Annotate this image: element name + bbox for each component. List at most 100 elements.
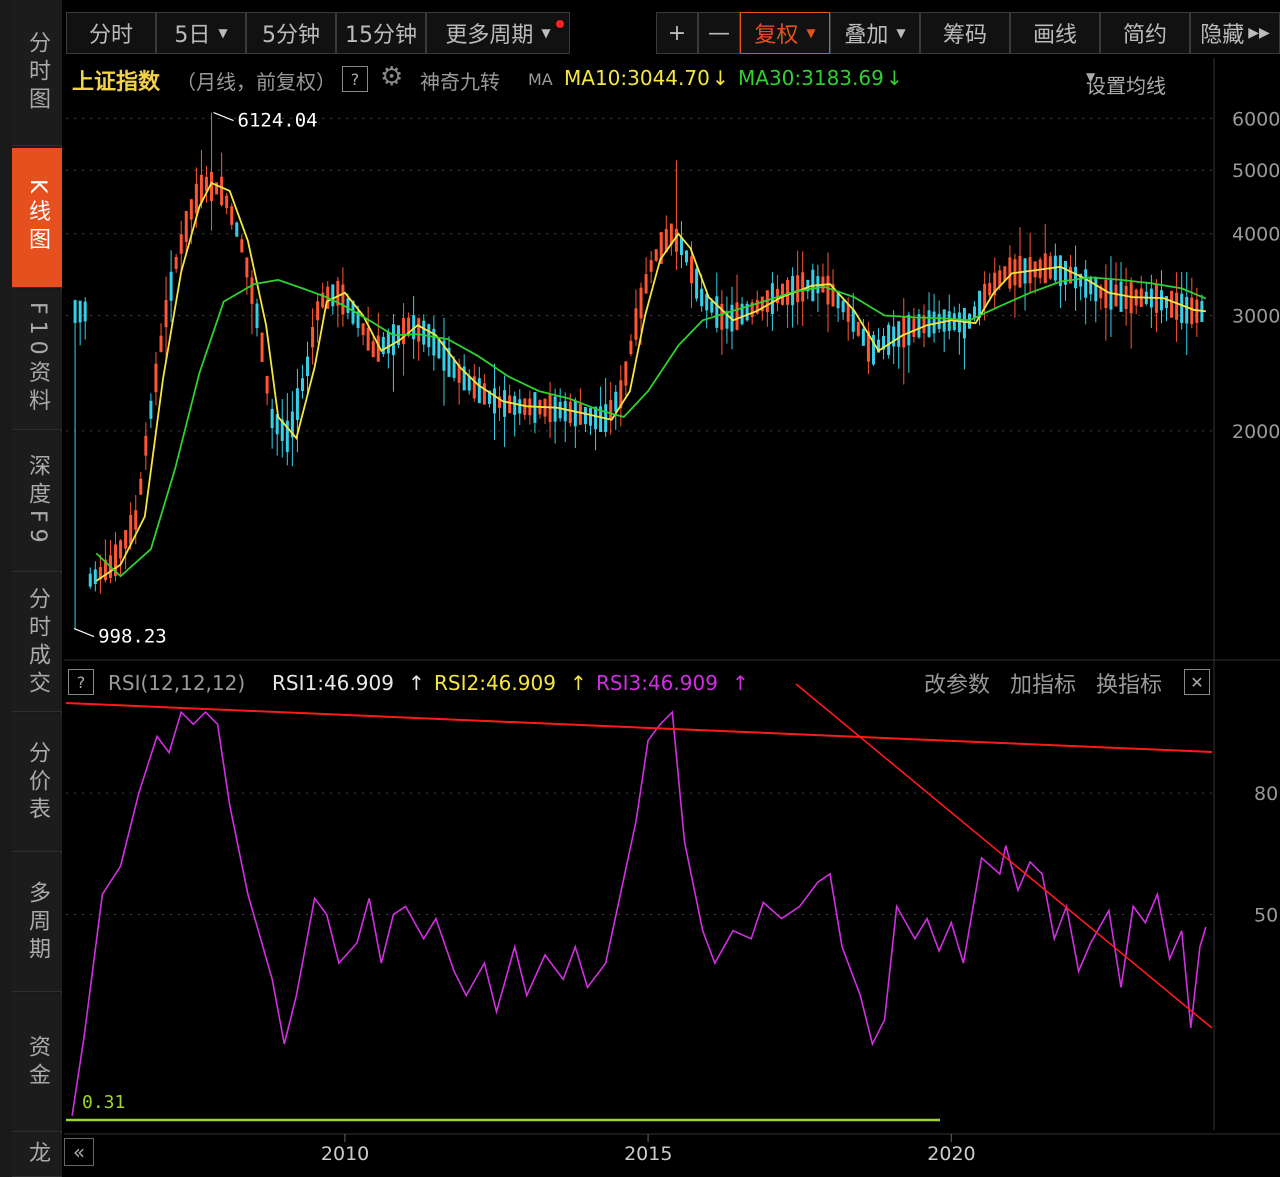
annotation-pointer: [73, 628, 95, 638]
resistance-trendline: [65, 702, 1213, 753]
candle-body: [179, 234, 183, 254]
candle-body: [1159, 290, 1163, 311]
candle-body: [609, 400, 613, 420]
candle-body: [578, 404, 582, 425]
rsi-axis-tick-label: 80: [1254, 783, 1278, 805]
candle-body: [199, 174, 203, 203]
chart-canvas: 6000 5000 4000 3000 2000 80 50 6124.04 998.23 0.3…: [64, 58, 1280, 1165]
price-axis-tick-label: 3000: [1232, 306, 1280, 328]
high-annotation: 6124.04: [238, 110, 318, 132]
candle-body: [1124, 285, 1128, 310]
rsi-axis-tick-label: 50: [1254, 905, 1278, 927]
candle-body: [614, 391, 618, 412]
candle-body: [962, 307, 966, 339]
candle-body: [240, 239, 244, 253]
candle-body: [124, 529, 128, 549]
candle-body: [826, 275, 830, 305]
candle-body: [230, 206, 234, 225]
candle-body: [674, 228, 678, 252]
rsi-min-label: 0.31: [82, 1092, 125, 1113]
candle-body: [846, 303, 850, 322]
candle-body: [1195, 299, 1199, 323]
candle-body: [189, 199, 193, 220]
rsi-line: [71, 710, 1207, 1116]
candle-body: [265, 375, 269, 394]
annotation-pointer: [213, 111, 234, 122]
candle-body: [841, 300, 845, 313]
candle-body: [649, 260, 653, 272]
candle-body: [912, 318, 916, 337]
candle-body: [568, 401, 572, 424]
candle-body: [988, 283, 992, 296]
candle-body: [735, 302, 739, 330]
candle-body: [503, 390, 507, 417]
ma10-line: [95, 181, 1207, 582]
candle-body: [639, 287, 643, 319]
candle-body: [1119, 281, 1123, 312]
candle-body: [119, 540, 123, 559]
candle-body: [801, 272, 805, 302]
candle-body: [563, 401, 567, 422]
candle-body: [1170, 290, 1174, 318]
candle-body: [654, 249, 658, 261]
candle-body: [1003, 266, 1007, 281]
candle-body: [381, 336, 385, 355]
candle-body: [366, 327, 370, 351]
candle-body: [695, 268, 699, 299]
candle-body: [690, 256, 694, 284]
candle-body: [629, 340, 633, 355]
candle-body: [902, 316, 906, 348]
candle-body: [477, 378, 481, 404]
candle-body: [361, 323, 365, 336]
candle-body: [78, 300, 82, 323]
candle-body: [634, 308, 638, 340]
candle-body: [983, 283, 987, 308]
candle-body: [791, 275, 795, 306]
candle-body: [149, 400, 153, 419]
candle-body: [1180, 293, 1184, 324]
candle-body: [887, 324, 891, 356]
candle-body: [644, 274, 648, 294]
candle-body: [174, 257, 178, 269]
candle-body: [129, 514, 133, 545]
candle-body: [184, 210, 188, 242]
time-tick-label: 2020: [927, 1143, 975, 1165]
candle-body: [583, 406, 587, 425]
descending-trendline: [795, 683, 1213, 1029]
price-axis-tick-label: 5000: [1232, 160, 1280, 182]
candle-body: [250, 277, 254, 304]
candle-body: [245, 257, 249, 278]
time-tick-label: 2015: [624, 1143, 672, 1165]
candle-body: [553, 396, 557, 422]
candle-body: [861, 328, 865, 346]
candle-body: [402, 317, 406, 345]
candle-body: [255, 303, 259, 329]
candle-body: [73, 300, 77, 323]
candle-body: [513, 395, 517, 415]
candle-body: [144, 435, 148, 456]
candle-body: [417, 318, 421, 342]
candle-body: [1190, 297, 1194, 325]
candle-body: [1094, 277, 1098, 302]
candle-body: [225, 195, 229, 209]
candle-body: [306, 356, 310, 377]
candle-body: [391, 324, 395, 356]
candle-body: [169, 271, 173, 301]
candle-body: [316, 301, 320, 321]
candle-body: [786, 279, 790, 305]
candle-body: [957, 312, 961, 333]
candle-body: [700, 288, 704, 307]
candle-body: [139, 478, 143, 495]
candle-body: [422, 320, 426, 345]
price-axis-tick-label: 4000: [1232, 224, 1280, 246]
candle-body: [295, 388, 299, 420]
candle-body: [331, 284, 335, 307]
candle-body: [235, 222, 239, 237]
candle-body: [937, 313, 941, 329]
candle-body: [83, 301, 87, 322]
candle-body: [710, 301, 714, 313]
candle-body: [796, 275, 800, 303]
candle-body: [1114, 284, 1118, 307]
candle-body: [558, 401, 562, 419]
candle-body: [482, 383, 486, 405]
